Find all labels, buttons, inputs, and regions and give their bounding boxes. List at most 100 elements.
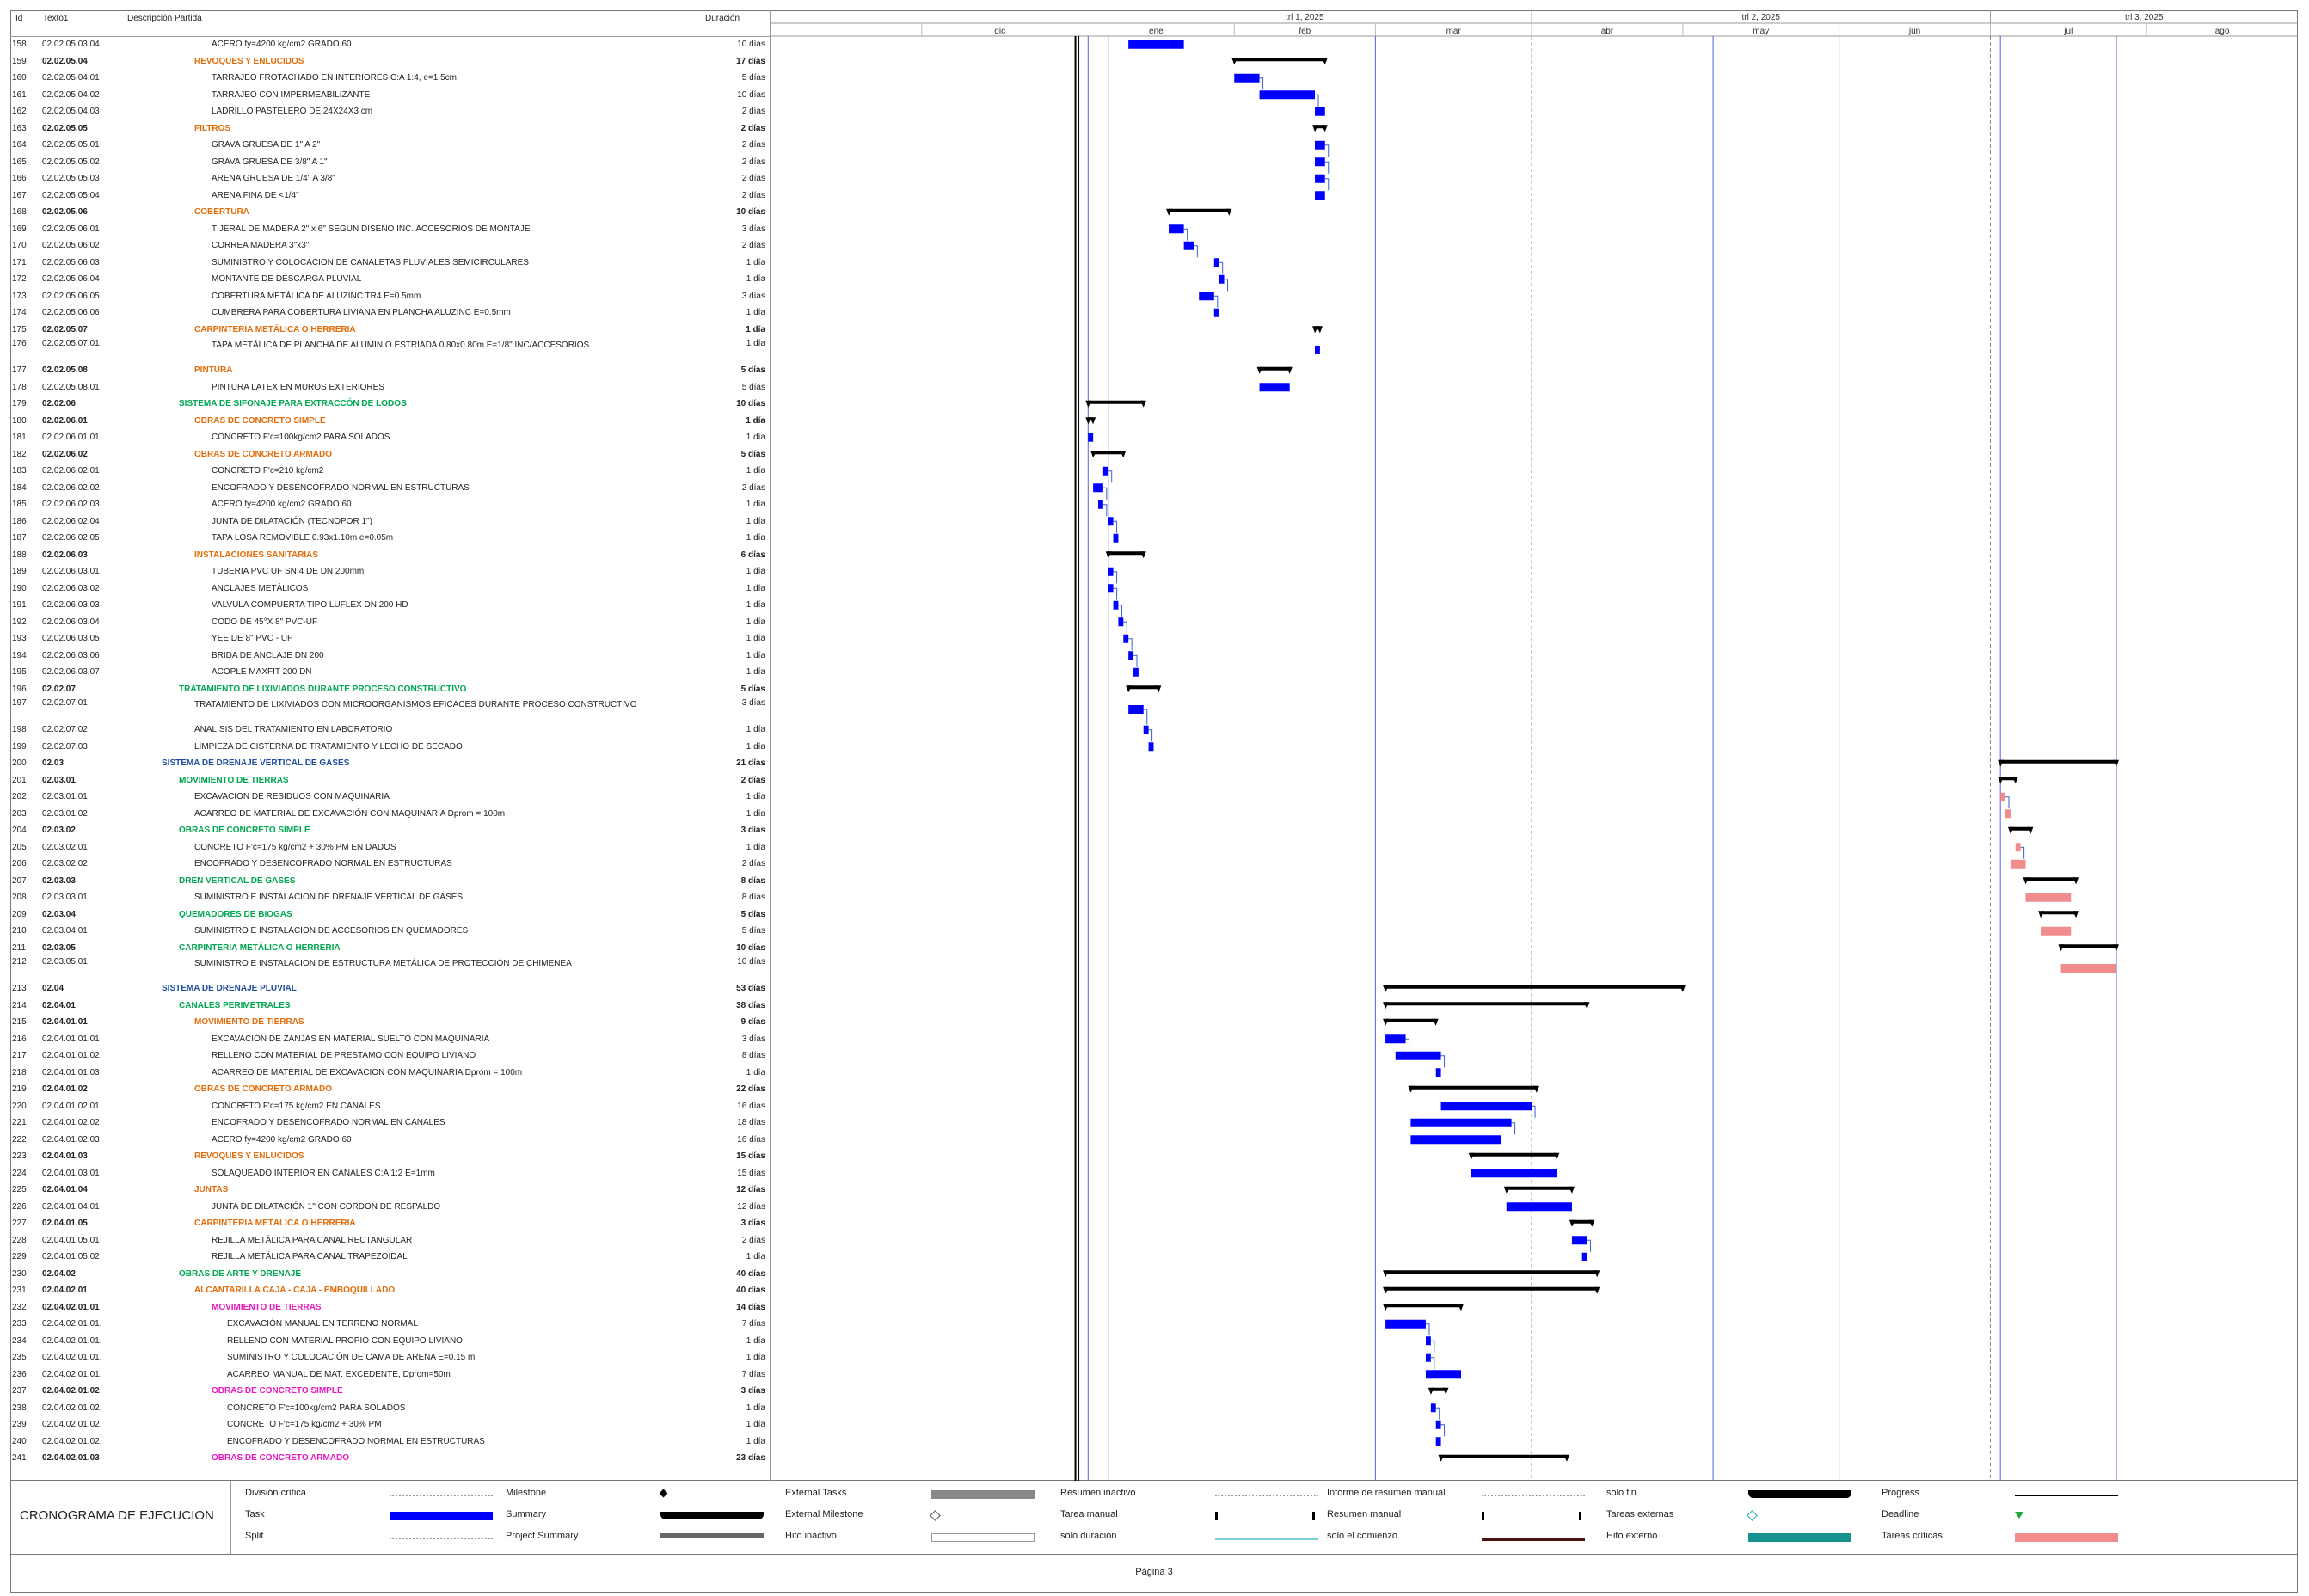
legend-symbol-dots <box>1482 1495 1585 1496</box>
table-row[interactable]: 185 02.02.06.02.03 ACERO fy=4200 kg/cm2 GR… <box>10 496 770 513</box>
table-row[interactable]: 228 02.04.01.05.01 REJILLA METÁLICA PARA C… <box>10 1231 770 1249</box>
row-description: DREN VERTICAL DE GASES <box>179 875 296 886</box>
table-row[interactable]: 191 02.02.06.03.03 VALVULA COMPUERTA TIPO … <box>10 597 770 614</box>
table-row[interactable]: 236 02.04.02.01.01. ACARREO MANUAL DE MAT.… <box>10 1366 770 1383</box>
table-row[interactable]: 168 02.02.05.06 COBERTURA 10 días <box>10 204 770 221</box>
table-row[interactable]: 231 02.04.02.01 ALCANTARILLA CAJA - CAJA -… <box>10 1282 770 1299</box>
column-header-duration[interactable]: Duración <box>705 14 740 23</box>
table-row[interactable]: 197 02.02.07.01 TRATAMIENTO DE LIXIVIADOS … <box>10 697 770 721</box>
table-row[interactable]: 203 02.03.01.02 ACARREO DE MATERIAL DE EXC… <box>10 805 770 822</box>
table-row[interactable]: 220 02.04.01.02.01 CONCRETO F'c=175 kg/cm2… <box>10 1097 770 1114</box>
table-row[interactable]: 213 02.04 SISTEMA DE DRENAJE PLUVIAL 53 día… <box>10 980 770 998</box>
column-header-id[interactable]: Id <box>15 14 22 23</box>
table-row[interactable]: 164 02.02.05.05.01 GRAVA GRUESA DE 1" A 2"… <box>10 137 770 154</box>
table-row[interactable]: 184 02.02.06.02.02 ENCOFRADO Y DESENCOFRAD… <box>10 479 770 496</box>
row-description: ACARREO MANUAL DE MAT. EXCEDENTE, Dprom=… <box>227 1369 451 1379</box>
table-row[interactable]: 188 02.02.06.03 INSTALACIONES SANITARIAS 6 … <box>10 546 770 563</box>
table-row[interactable]: 219 02.04.01.02 OBRAS DE CONCRETO ARMADO 22… <box>10 1081 770 1098</box>
table-row[interactable]: 180 02.02.06.01 OBRAS DE CONCRETO SIMPLE 1 … <box>10 412 770 429</box>
table-row[interactable]: 166 02.02.05.05.03 ARENA GRUESA DE 1/4" A … <box>10 170 770 187</box>
table-row[interactable]: 163 02.02.05.05 FILTROS 2 días <box>10 120 770 137</box>
table-row[interactable]: 172 02.02.05.06.04 MONTANTE DE DESCARGA PL… <box>10 271 770 288</box>
table-row[interactable]: 215 02.04.01.01 MOVIMIENTO DE TIERRAS 9 día… <box>10 1014 770 1031</box>
table-row[interactable]: 161 02.02.05.04.02 TARRAJEO CON IMPERMEABI… <box>10 86 770 103</box>
table-row[interactable]: 205 02.03.02.01 CONCRETO F'c=175 kg/cm2 + … <box>10 838 770 856</box>
table-row[interactable]: 193 02.02.06.03.05 YEE DE 8" PVC - UF 1 día <box>10 630 770 648</box>
row-duration: 10 días <box>736 207 765 217</box>
table-row[interactable]: 158 02.02.05.03.04 ACERO fy=4200 kg/cm2 GR… <box>10 36 770 53</box>
column-header-texto1[interactable]: Texto1 <box>43 14 68 23</box>
table-row[interactable]: 223 02.04.01.03 REVOQUES Y ENLUCIDOS 15 día… <box>10 1148 770 1165</box>
table-row[interactable]: 179 02.02.06 SISTEMA DE SIFONAJE PARA EXTR… <box>10 396 770 413</box>
table-row[interactable]: 207 02.03.03 DREN VERTICAL DE GASES 8 días <box>10 872 770 889</box>
table-row[interactable]: 240 02.04.02.01.02. ENCOFRADO Y DESENCOFRA… <box>10 1433 770 1450</box>
table-row[interactable]: 218 02.04.01.01.03 ACARREO DE MATERIAL DE … <box>10 1064 770 1081</box>
table-row[interactable]: 171 02.02.05.06.03 SUMINISTRO Y COLOCACION… <box>10 254 770 271</box>
table-row[interactable]: 221 02.04.01.02.02 ENCOFRADO Y DESENCOFRAD… <box>10 1114 770 1132</box>
table-row[interactable]: 199 02.02.07.03 LIMPIEZA DE CISTERNA DE TR… <box>10 738 770 755</box>
table-row[interactable]: 212 02.03.05.01 SUMINISTRO E INSTALACION D… <box>10 956 770 980</box>
table-row[interactable]: 208 02.03.03.01 SUMINISTRO E INSTALACION D… <box>10 889 770 906</box>
table-row[interactable]: 227 02.04.01.05 CARPINTERIA METÁLICA O HER… <box>10 1215 770 1232</box>
column-header-description[interactable]: Descripción Partida <box>127 14 202 23</box>
table-row[interactable]: 177 02.02.05.08 PINTURA 5 días <box>10 362 770 379</box>
table-row[interactable]: 237 02.04.02.01.02 OBRAS DE CONCRETO SIMPL… <box>10 1383 770 1400</box>
table-row[interactable]: 239 02.04.02.01.02. CONCRETO F'c=175 kg/cm… <box>10 1416 770 1433</box>
table-row[interactable]: 234 02.04.02.01.01. RELLENO CON MATERIAL P… <box>10 1332 770 1349</box>
row-id: 166 <box>12 174 27 183</box>
table-row[interactable]: 192 02.02.06.03.04 CODO DE 45°X 8" PVC-UF 1… <box>10 613 770 630</box>
table-row[interactable]: 224 02.04.01.03.01 SOLAQUEADO INTERIOR EN … <box>10 1164 770 1182</box>
table-row[interactable]: 211 02.03.05 CARPINTERIA METÁLICA O HERRER… <box>10 939 770 956</box>
table-row[interactable]: 173 02.02.05.06.05 COBERTURA METÁLICA DE A… <box>10 287 770 304</box>
table-row[interactable]: 190 02.02.06.03.02 ANCLAJES METÁLICOS 1 día <box>10 580 770 597</box>
month-label: may <box>1753 27 1769 36</box>
table-row[interactable]: 198 02.02.07.02 ANALISIS DEL TRATAMIENTO E… <box>10 721 770 739</box>
table-row[interactable]: 210 02.03.04.01 SUMINISTRO E INSTALACION D… <box>10 923 770 940</box>
table-row[interactable]: 232 02.04.02.01.01 MOVIMIENTO DE TIERRAS 14… <box>10 1298 770 1316</box>
table-row[interactable]: 222 02.04.01.02.03 ACERO fy=4200 kg/cm2 GR… <box>10 1131 770 1148</box>
table-row[interactable]: 176 02.02.05.07.01 TAPA METÁLICA DE PLANCH… <box>10 338 770 362</box>
table-row[interactable]: 181 02.02.06.01.01 CONCRETO F'c=100kg/cm2 … <box>10 429 770 446</box>
table-row[interactable]: 174 02.02.05.06.06 CUMBRERA PARA COBERTURA… <box>10 304 770 322</box>
dependency-link <box>1194 245 1198 258</box>
table-row[interactable]: 182 02.02.06.02 OBRAS DE CONCRETO ARMADO 5 … <box>10 445 770 463</box>
table-row[interactable]: 169 02.02.05.06.01 TIJERAL DE MADERA 2" x … <box>10 220 770 237</box>
table-row[interactable]: 170 02.02.05.06.02 CORREA MADERA 3"x3" 2 dí… <box>10 237 770 255</box>
table-row[interactable]: 238 02.04.02.01.02. CONCRETO F'c=100kg/cm2… <box>10 1399 770 1416</box>
table-row[interactable]: 217 02.04.01.01.02 RELLENO CON MATERIAL DE… <box>10 1047 770 1065</box>
table-row[interactable]: 159 02.02.05.04 REVOQUES Y ENLUCIDOS 17 día… <box>10 52 770 70</box>
row-duration: 9 días <box>740 1017 765 1027</box>
row-id: 209 <box>12 909 27 919</box>
table-row[interactable]: 196 02.02.07 TRATAMIENTO DE LIXIVIADOS DUR… <box>10 680 770 697</box>
table-row[interactable]: 226 02.04.01.04.01 JUNTA DE DILATACIÓN 1" … <box>10 1198 770 1215</box>
table-row[interactable]: 204 02.03.02 OBRAS DE CONCRETO SIMPLE 3 día… <box>10 822 770 839</box>
table-row[interactable]: 214 02.04.01 CANALES PERIMETRALES 38 días <box>10 997 770 1014</box>
table-row[interactable]: 165 02.02.05.05.02 GRAVA GRUESA DE 3/8" A … <box>10 153 770 170</box>
row-id: 240 <box>12 1436 27 1446</box>
table-row[interactable]: 162 02.02.05.04.03 LADRILLO PASTELERO DE 2… <box>10 103 770 120</box>
table-row[interactable]: 187 02.02.06.02.05 TAPA LOSA REMOVIBLE 0.9… <box>10 530 770 547</box>
table-row[interactable]: 225 02.04.01.04 JUNTAS 12 días <box>10 1182 770 1199</box>
table-row[interactable]: 216 02.04.01.01.01 EXCAVACIÓN DE ZANJAS EN… <box>10 1030 770 1047</box>
table-row[interactable]: 201 02.03.01 MOVIMIENTO DE TIERRAS 2 días <box>10 771 770 789</box>
table-row[interactable]: 183 02.02.06.02.01 CONCRETO F'c=210 kg/cm2… <box>10 463 770 480</box>
table-row[interactable]: 160 02.02.05.04.01 TARRAJEO FROTACHADO EN … <box>10 70 770 87</box>
table-row[interactable]: 175 02.02.05.07 CARPINTERIA METÁLICA O HER… <box>10 321 770 338</box>
table-row[interactable]: 230 02.04.02 OBRAS DE ARTE Y DRENAJE 40 día… <box>10 1265 770 1282</box>
table-row[interactable]: 178 02.02.05.08.01 PINTURA LATEX EN MUROS … <box>10 378 770 396</box>
table-row[interactable]: 229 02.04.01.05.02 REJILLA METÁLICA PARA C… <box>10 1249 770 1266</box>
row-id: 231 <box>12 1286 27 1295</box>
table-row[interactable]: 189 02.02.06.03.01 TUBERIA PVC UF SN 4 DE … <box>10 563 770 580</box>
row-description: CODO DE 45°X 8" PVC-UF <box>212 617 318 627</box>
table-row[interactable]: 235 02.04.02.01.01. SUMINISTRO Y COLOCACIÓ… <box>10 1349 770 1366</box>
table-row[interactable]: 167 02.02.05.05.04 ARENA FINA DE <1/4" 2 dí… <box>10 187 770 204</box>
table-row[interactable]: 202 02.03.01.01 EXCAVACION DE RESIDUOS CON… <box>10 789 770 806</box>
table-row[interactable]: 241 02.04.02.01.03 OBRAS DE CONCRETO ARMAD… <box>10 1450 770 1467</box>
table-row[interactable]: 186 02.02.06.02.04 JUNTA DE DILATACIÓN (TE… <box>10 513 770 530</box>
table-row[interactable]: 209 02.03.04 QUEMADORES DE BIOGAS 5 días <box>10 905 770 923</box>
table-row[interactable]: 233 02.04.02.01.01. EXCAVACIÓN MANUAL EN T… <box>10 1316 770 1333</box>
table-row[interactable]: 194 02.02.06.03.06 BRIDA DE ANCLAJE DN 200… <box>10 647 770 664</box>
table-row[interactable]: 206 02.03.02.02 ENCOFRADO Y DESENCOFRADO N… <box>10 856 770 873</box>
table-row[interactable]: 200 02.03 SISTEMA DE DRENAJE VERTICAL DE G… <box>10 755 770 772</box>
table-row[interactable]: 195 02.02.06.03.07 ACOPLE MAXFIT 200 DN 1 d… <box>10 664 770 681</box>
